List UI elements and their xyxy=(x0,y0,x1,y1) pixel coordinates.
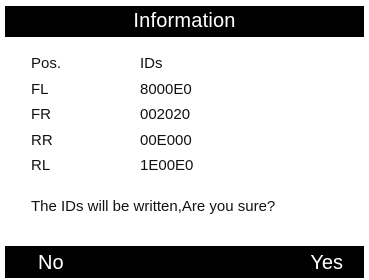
row-id-value: 00E000 xyxy=(140,131,192,149)
title-bar: Information xyxy=(5,6,364,37)
confirmation-message: The IDs will be written,Are you sure? xyxy=(31,198,276,215)
yes-button[interactable]: Yes xyxy=(310,246,343,278)
dialog-title: Information xyxy=(133,10,236,32)
softkey-bar: No Yes xyxy=(5,246,364,278)
no-button[interactable]: No xyxy=(38,246,64,278)
column-header-pos: Pos. xyxy=(31,55,62,72)
row-pos-label: FR xyxy=(31,106,51,123)
row-pos-label: FL xyxy=(31,80,49,98)
row-id-value: 1E00E0 xyxy=(140,157,194,174)
row-pos-label: RL xyxy=(31,157,51,174)
dialog-content: Pos. IDs FL 8000E0 FR 002020 RR 00E000 R… xyxy=(5,37,364,245)
row-id-value: 8000E0 xyxy=(140,80,192,98)
row-pos-label: RR xyxy=(31,131,53,149)
column-header-ids: IDs xyxy=(140,55,163,72)
device-screen: Information Pos. IDs FL 8000E0 FR 002020… xyxy=(0,0,369,278)
row-id-value: 002020 xyxy=(140,106,191,123)
